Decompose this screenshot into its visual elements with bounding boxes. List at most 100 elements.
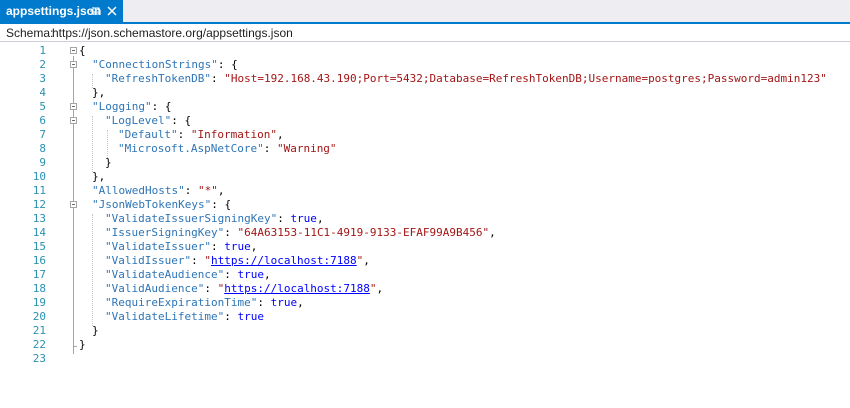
line-number: 23 bbox=[32, 352, 46, 365]
json-string-value: "Information" bbox=[190, 128, 277, 141]
json-key: "ConnectionStrings" bbox=[92, 58, 218, 71]
code-line-7: 7 "Default": "Information", bbox=[0, 128, 850, 142]
json-bool-value: true bbox=[290, 212, 317, 225]
code-line-14: 14 "IssuerSigningKey": "64A63153-11C1-49… bbox=[0, 226, 850, 240]
json-key: "Default" bbox=[118, 128, 178, 141]
punct-token: : bbox=[204, 282, 218, 295]
punct-token: : { bbox=[211, 198, 232, 211]
code-editor[interactable]: 1 { 2 "ConnectionStrings": { 3 "RefreshT… bbox=[0, 42, 850, 408]
line-number: 16 bbox=[32, 254, 46, 267]
fold-toggle[interactable] bbox=[70, 201, 77, 208]
json-key: "JsonWebTokenKeys" bbox=[92, 198, 212, 211]
document-tab-bar: appsettings.json bbox=[0, 0, 850, 24]
json-key: "Microsoft.AspNetCore" bbox=[118, 142, 264, 155]
json-key: "ValidAudience" bbox=[105, 282, 205, 295]
fold-toggle[interactable] bbox=[70, 117, 77, 124]
code-line-3: 3 "RefreshTokenDB": "Host=192.168.43.190… bbox=[0, 72, 850, 86]
line-number: 5 bbox=[39, 100, 46, 113]
quote-token: " bbox=[204, 254, 211, 267]
json-key: "IssuerSigningKey" bbox=[105, 226, 225, 239]
punct-token: : bbox=[224, 310, 238, 323]
line-number: 2 bbox=[39, 58, 46, 71]
json-key: "ValidateLifetime" bbox=[105, 310, 225, 323]
code-line-2: 2 "ConnectionStrings": { bbox=[0, 58, 850, 72]
tab-title: appsettings.json bbox=[6, 4, 102, 18]
pin-icon[interactable] bbox=[89, 5, 101, 17]
code-line-21: 21 } bbox=[0, 324, 850, 338]
punct-token: , bbox=[250, 240, 258, 253]
brace-token: }, bbox=[92, 170, 106, 183]
brace-token: } bbox=[79, 338, 86, 351]
json-key: "ValidateAudience" bbox=[105, 268, 225, 281]
punct-token: : bbox=[224, 226, 238, 239]
fold-toggle[interactable] bbox=[70, 47, 77, 54]
code-line-11: 11 "AllowedHosts": "*", bbox=[0, 184, 850, 198]
line-number: 11 bbox=[32, 184, 46, 197]
json-key: "RequireExpirationTime" bbox=[105, 296, 258, 309]
code-line-23: 23 bbox=[0, 352, 850, 366]
code-line-9: 9 } bbox=[0, 156, 850, 170]
punct-token: : { bbox=[171, 114, 192, 127]
punct-token: , bbox=[263, 268, 271, 281]
line-number: 12 bbox=[32, 198, 46, 211]
json-bool-value: true bbox=[224, 240, 251, 253]
line-number: 4 bbox=[39, 86, 46, 99]
line-number: 19 bbox=[32, 296, 46, 309]
code-line-12: 12 "JsonWebTokenKeys": { bbox=[0, 198, 850, 212]
quote-token: " bbox=[369, 282, 377, 295]
json-key: "ValidIssuer" bbox=[105, 254, 192, 267]
code-line-19: 19 "RequireExpirationTime": true, bbox=[0, 296, 850, 310]
json-string-value: "Warning" bbox=[276, 142, 337, 155]
fold-toggle[interactable] bbox=[70, 61, 77, 68]
code-line-5: 5 "Logging": { bbox=[0, 100, 850, 114]
line-number: 8 bbox=[39, 142, 46, 155]
punct-token: : bbox=[277, 212, 291, 225]
close-icon[interactable] bbox=[106, 5, 118, 17]
fold-toggle[interactable] bbox=[70, 103, 77, 110]
json-bool-value: true bbox=[237, 268, 264, 281]
schema-label: Schema: bbox=[6, 26, 54, 40]
punct-token: : bbox=[210, 72, 225, 85]
code-line-1: 1 { bbox=[0, 44, 850, 58]
punct-token: : bbox=[177, 128, 191, 141]
brace-token: }, bbox=[92, 86, 106, 99]
schema-bar: Schema: bbox=[0, 24, 850, 42]
punct-token: : bbox=[263, 142, 277, 155]
punct-token: , bbox=[276, 128, 284, 141]
punct-token: : { bbox=[217, 58, 238, 71]
punct-token: : bbox=[191, 254, 205, 267]
json-key: "ValidateIssuerSigningKey" bbox=[105, 212, 278, 225]
brace-token: } bbox=[105, 156, 112, 169]
line-number: 13 bbox=[32, 212, 46, 225]
json-key: "AllowedHosts" bbox=[92, 184, 185, 197]
punct-token: , bbox=[297, 296, 304, 309]
punct-token: , bbox=[489, 226, 496, 239]
valid-issuer-link[interactable]: https://localhost:7188 bbox=[211, 254, 357, 267]
valid-audience-link[interactable]: https://localhost:7188 bbox=[224, 282, 370, 295]
line-number: 20 bbox=[32, 310, 46, 323]
json-key: "ValidateIssuer" bbox=[105, 240, 211, 253]
code-line-20: 20 "ValidateLifetime": true bbox=[0, 310, 850, 324]
line-number: 17 bbox=[32, 268, 46, 281]
line-number: 9 bbox=[39, 156, 46, 169]
punct-token: : bbox=[224, 268, 238, 281]
line-number: 14 bbox=[32, 226, 46, 239]
code-line-22: 22 } bbox=[0, 338, 850, 352]
tab-appsettings-json[interactable]: appsettings.json bbox=[0, 0, 123, 24]
code-line-17: 17 "ValidateAudience": true, bbox=[0, 268, 850, 282]
punct-token: : bbox=[184, 184, 198, 197]
code-line-18: 18 "ValidAudience": "https://localhost:7… bbox=[0, 282, 850, 296]
line-number: 18 bbox=[32, 282, 46, 295]
brace-token: } bbox=[92, 324, 99, 337]
line-number: 15 bbox=[32, 240, 46, 253]
code-line-15: 15 "ValidateIssuer": true, bbox=[0, 240, 850, 254]
json-key: "RefreshTokenDB" bbox=[105, 72, 211, 85]
json-key: "LogLevel" bbox=[105, 114, 172, 127]
line-number: 6 bbox=[39, 114, 46, 127]
punct-token: : { bbox=[151, 100, 172, 113]
code-line-10: 10 }, bbox=[0, 170, 850, 184]
line-number: 22 bbox=[32, 338, 46, 351]
schema-url-input[interactable] bbox=[52, 25, 850, 40]
json-bool-value: true bbox=[270, 296, 298, 309]
json-key: "Logging" bbox=[92, 100, 152, 113]
